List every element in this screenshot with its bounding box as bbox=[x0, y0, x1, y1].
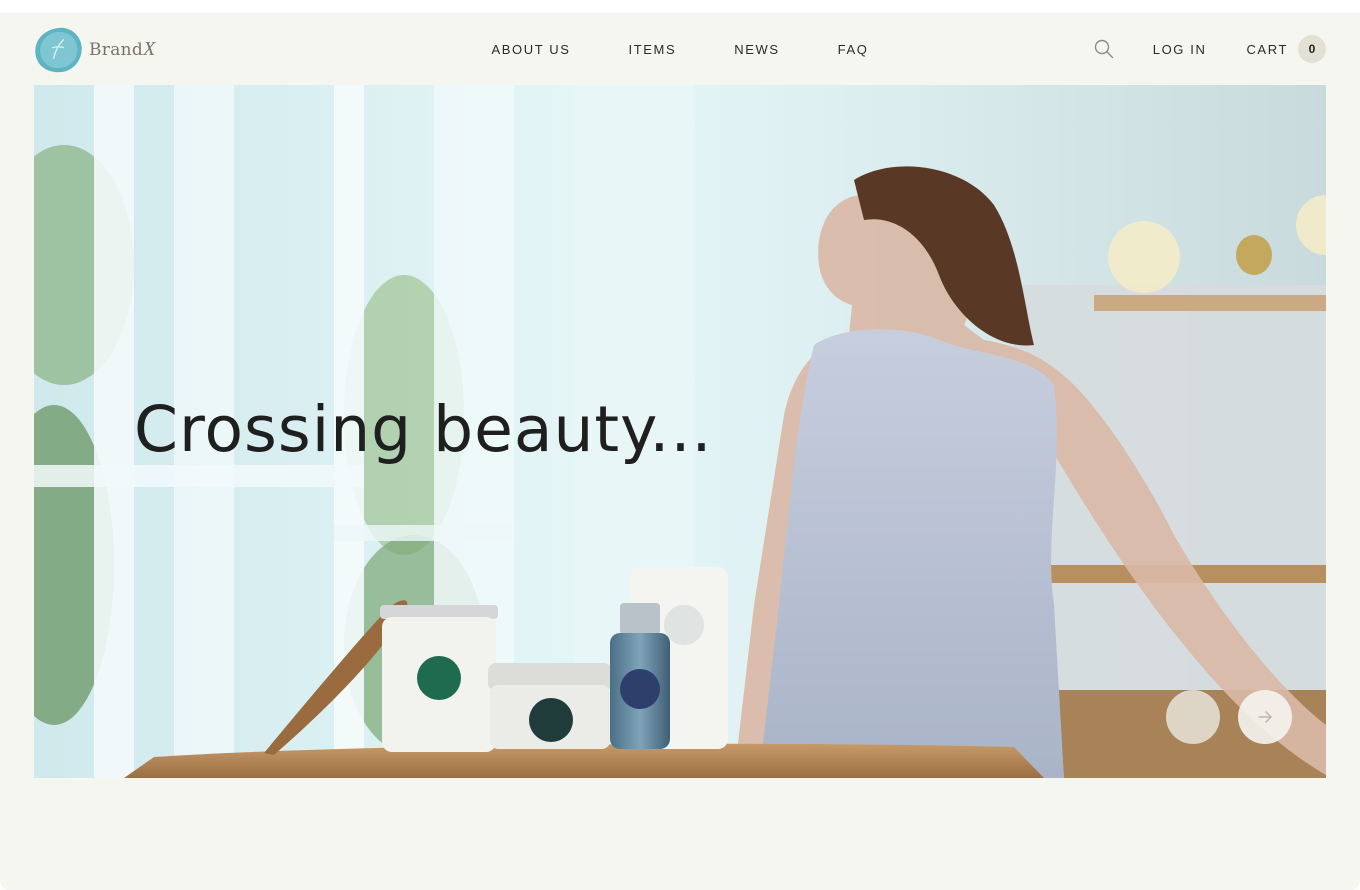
slider-next-button[interactable] bbox=[1238, 690, 1292, 744]
brand-seal-icon bbox=[35, 27, 82, 73]
login-link[interactable]: LOG IN bbox=[1153, 42, 1207, 57]
brand-word: Brand bbox=[89, 40, 144, 60]
nav-item-about-us[interactable]: ABOUT US bbox=[492, 42, 571, 57]
nav-item-faq[interactable]: FAQ bbox=[838, 42, 869, 57]
arrow-right-icon bbox=[1258, 711, 1272, 723]
cart-button[interactable]: CART 0 bbox=[1246, 35, 1326, 63]
slider-prev-button[interactable] bbox=[1166, 690, 1220, 744]
cart-label: CART bbox=[1246, 41, 1288, 57]
arrow-left-icon bbox=[1186, 711, 1200, 723]
brand-name: BrandX bbox=[89, 38, 156, 61]
hero-heading: Crossing beauty... bbox=[134, 393, 713, 466]
search-icon[interactable] bbox=[1093, 38, 1115, 60]
brand-mark: X bbox=[143, 38, 156, 60]
hero-slider: Crossing beauty... bbox=[34, 85, 1326, 778]
page: BrandX ABOUT US ITEMS NEWS FAQ LOG IN CA… bbox=[0, 13, 1360, 890]
header-actions: LOG IN CART 0 bbox=[1093, 13, 1326, 85]
nav-item-items[interactable]: ITEMS bbox=[629, 42, 677, 57]
cart-count-badge: 0 bbox=[1298, 35, 1326, 63]
nav-list: ABOUT US ITEMS NEWS FAQ bbox=[492, 42, 869, 57]
nav-item-news[interactable]: NEWS bbox=[734, 42, 779, 57]
brand-logo[interactable]: BrandX bbox=[34, 26, 156, 73]
site-header: BrandX ABOUT US ITEMS NEWS FAQ LOG IN CA… bbox=[34, 13, 1326, 85]
